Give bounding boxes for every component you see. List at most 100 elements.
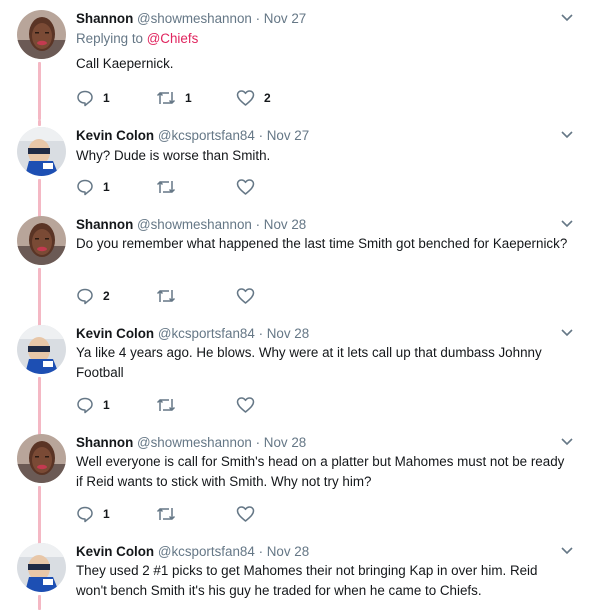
user-handle[interactable]: @kcsportsfan84 xyxy=(158,128,255,143)
tweet-text: They used 2 #1 picks to get Mahomes thei… xyxy=(76,563,538,598)
chevron-down-icon[interactable] xyxy=(561,545,573,555)
thread-line xyxy=(38,486,41,544)
reply-button[interactable]: 1 xyxy=(76,88,110,108)
retweet-icon xyxy=(156,180,176,194)
tweet-text: Ya like 4 years ago. He blows. Why were … xyxy=(76,345,542,380)
separator: · xyxy=(258,544,264,559)
retweet-icon xyxy=(156,398,176,412)
like-count: 2 xyxy=(264,91,271,105)
timestamp[interactable]: Nov 28 xyxy=(264,435,306,450)
avatar[interactable] xyxy=(17,10,66,59)
reply-icon xyxy=(77,506,93,523)
retweet-button[interactable] xyxy=(156,286,185,306)
reply-icon xyxy=(77,288,93,305)
conversation-thread: Shannon @showmeshannon · Nov 27 Replying… xyxy=(0,0,597,610)
tweet[interactable]: Kevin Colon @kcsportsfan84 · Nov 27 Why?… xyxy=(0,120,597,219)
tweet-text: Well everyone is call for Smith's head o… xyxy=(76,454,565,489)
replying-to-label: Replying to xyxy=(76,31,147,46)
avatar[interactable] xyxy=(17,127,66,176)
tweet-text: Call Kaepernick. xyxy=(76,56,174,71)
chevron-down-icon[interactable] xyxy=(561,327,573,337)
avatar[interactable] xyxy=(17,216,66,265)
retweet-icon xyxy=(156,507,176,521)
chevron-down-icon[interactable] xyxy=(561,436,573,446)
heart-icon xyxy=(236,179,255,195)
chevron-down-icon[interactable] xyxy=(561,218,573,228)
reply-icon xyxy=(77,397,93,414)
user-handle[interactable]: @kcsportsfan84 xyxy=(158,544,255,559)
heart-icon xyxy=(236,288,255,304)
timestamp[interactable]: Nov 27 xyxy=(267,128,309,143)
avatar[interactable] xyxy=(17,434,66,483)
tweet[interactable]: Shannon @showmeshannon · Nov 28 Do you r… xyxy=(0,216,597,326)
tweet-header: Shannon @showmeshannon · Nov 28 xyxy=(76,216,306,234)
timestamp[interactable]: Nov 28 xyxy=(264,217,306,232)
reply-button[interactable]: 2 xyxy=(76,286,110,306)
chevron-down-icon[interactable] xyxy=(561,129,573,139)
user-handle[interactable]: @showmeshannon xyxy=(137,217,252,232)
display-name[interactable]: Kevin Colon xyxy=(76,326,154,341)
retweet-button[interactable] xyxy=(156,177,185,197)
timestamp[interactable]: Nov 28 xyxy=(267,544,309,559)
reply-count: 1 xyxy=(103,507,110,521)
reply-count: 1 xyxy=(103,180,110,194)
tweet-header: Shannon @showmeshannon · Nov 28 xyxy=(76,434,306,452)
chevron-down-icon[interactable] xyxy=(561,12,573,22)
retweet-button[interactable] xyxy=(156,504,185,524)
separator: · xyxy=(258,326,264,341)
avatar[interactable] xyxy=(17,543,66,592)
reply-count: 2 xyxy=(103,289,110,303)
like-button[interactable]: 2 xyxy=(236,88,271,108)
reply-button[interactable]: 1 xyxy=(76,395,110,415)
tweet-header: Kevin Colon @kcsportsfan84 · Nov 27 xyxy=(76,127,309,145)
separator: · xyxy=(255,217,261,232)
tweet[interactable]: Shannon @showmeshannon · Nov 27 Replying… xyxy=(0,10,597,120)
tweet-header: Shannon @showmeshannon · Nov 27 xyxy=(76,10,306,28)
reply-button[interactable]: 1 xyxy=(76,177,110,197)
tweet[interactable]: Kevin Colon @kcsportsfan84 · Nov 28 Ya l… xyxy=(0,325,597,435)
avatar[interactable] xyxy=(17,325,66,374)
thread-line xyxy=(38,62,41,120)
reply-count: 1 xyxy=(103,91,110,105)
thread-line xyxy=(38,595,41,610)
separator: · xyxy=(255,435,261,450)
display-name[interactable]: Shannon xyxy=(76,11,133,26)
reply-button[interactable]: 1 xyxy=(76,504,110,524)
thread-line xyxy=(38,120,41,126)
separator: · xyxy=(258,128,264,143)
display-name[interactable]: Shannon xyxy=(76,217,133,232)
tweet[interactable]: Kevin Colon @kcsportsfan84 · Nov 28 They… xyxy=(0,543,597,610)
thread-line xyxy=(38,268,41,326)
tweet[interactable]: Shannon @showmeshannon · Nov 28 Well eve… xyxy=(0,434,597,544)
retweet-button[interactable] xyxy=(156,395,185,415)
tweet-header: Kevin Colon @kcsportsfan84 · Nov 28 xyxy=(76,543,309,561)
reply-icon xyxy=(77,179,93,196)
user-handle[interactable]: @showmeshannon xyxy=(137,11,252,26)
reply-count: 1 xyxy=(103,398,110,412)
replying-to: Replying to @Chiefs xyxy=(76,30,198,48)
separator: · xyxy=(255,11,261,26)
tweet-text: Do you remember what happened the last t… xyxy=(76,236,568,251)
retweet-button[interactable]: 1 xyxy=(156,88,192,108)
user-handle[interactable]: @showmeshannon xyxy=(137,435,252,450)
timestamp[interactable]: Nov 28 xyxy=(267,326,309,341)
retweet-count: 1 xyxy=(185,91,192,105)
timestamp[interactable]: Nov 27 xyxy=(264,11,306,26)
reply-icon xyxy=(77,90,93,107)
display-name[interactable]: Kevin Colon xyxy=(76,128,154,143)
tweet-text: Why? Dude is worse than Smith. xyxy=(76,148,271,163)
heart-icon xyxy=(236,90,255,106)
like-button[interactable] xyxy=(236,504,264,524)
heart-icon xyxy=(236,506,255,522)
like-button[interactable] xyxy=(236,177,264,197)
display-name[interactable]: Shannon xyxy=(76,435,133,450)
tweet-header: Kevin Colon @kcsportsfan84 · Nov 28 xyxy=(76,325,309,343)
like-button[interactable] xyxy=(236,395,264,415)
heart-icon xyxy=(236,397,255,413)
user-handle[interactable]: @kcsportsfan84 xyxy=(158,326,255,341)
retweet-icon xyxy=(156,91,176,105)
like-button[interactable] xyxy=(236,286,264,306)
retweet-icon xyxy=(156,289,176,303)
mention-link[interactable]: @Chiefs xyxy=(147,31,199,46)
display-name[interactable]: Kevin Colon xyxy=(76,544,154,559)
